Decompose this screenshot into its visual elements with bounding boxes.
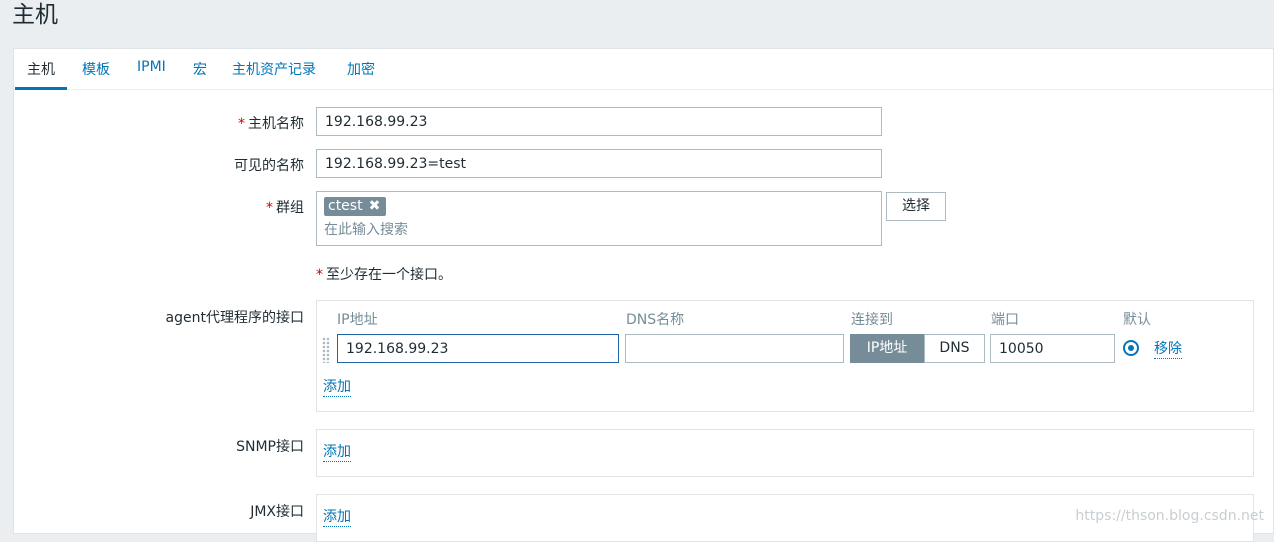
agent-ip-input[interactable]: 192.168.99.23: [337, 334, 619, 363]
tab-host[interactable]: 主机: [15, 59, 67, 90]
visible-name-label: 可见的名称: [234, 158, 304, 174]
snmp-interfaces-box: 添加: [316, 429, 1254, 477]
host-name-label: * 主机名称: [238, 116, 304, 132]
tab-inventory[interactable]: 主机资产记录: [232, 59, 316, 87]
required-mark: *: [316, 267, 323, 283]
connect-dns-toggle[interactable]: DNS: [924, 334, 985, 363]
agent-port-input[interactable]: 10050: [990, 334, 1115, 363]
visible-name-input[interactable]: 192.168.99.23=test: [316, 149, 882, 178]
col-default: 默认: [1123, 312, 1151, 328]
page-title: 主机: [12, 2, 58, 28]
default-radio[interactable]: [1123, 340, 1139, 356]
required-mark: *: [266, 200, 273, 216]
col-connect: 连接到: [851, 312, 893, 328]
required-mark: *: [238, 116, 245, 132]
watermark: https://thson.blog.csdn.net: [1075, 508, 1264, 524]
add-agent-interface-link[interactable]: 添加: [323, 379, 351, 397]
group-chip: ctest ✖: [324, 197, 387, 216]
tab-bar: 主机 模板 IPMI 宏 主机资产记录 加密: [14, 49, 1273, 90]
groups-multiselect[interactable]: ctest ✖ 在此输入搜索: [316, 191, 882, 246]
add-jmx-interface-link[interactable]: 添加: [323, 509, 351, 527]
tab-templates[interactable]: 模板: [82, 59, 110, 87]
col-port: 端口: [991, 312, 1019, 328]
drag-handle-icon[interactable]: [322, 337, 330, 363]
col-dns: DNS名称: [626, 312, 685, 328]
add-snmp-interface-link[interactable]: 添加: [323, 444, 351, 462]
connect-ip-toggle[interactable]: IP地址: [850, 334, 924, 363]
remove-chip-icon[interactable]: ✖: [369, 198, 381, 214]
host-form-panel: 主机 模板 IPMI 宏 主机资产记录 加密 * 主机名称 192.168.99.…: [13, 48, 1274, 542]
groups-label: * 群组: [266, 200, 304, 216]
jmx-interfaces-label: JMX接口: [250, 504, 304, 520]
tab-encryption[interactable]: 加密: [347, 59, 375, 87]
host-name-input[interactable]: 192.168.99.23: [316, 107, 882, 136]
remove-interface-link[interactable]: 移除: [1154, 341, 1182, 359]
interface-note: * 至少存在一个接口。: [316, 267, 452, 283]
select-groups-button[interactable]: 选择: [886, 192, 946, 221]
groups-search-placeholder[interactable]: 在此输入搜索: [324, 222, 408, 238]
snmp-interfaces-label: SNMP接口: [236, 439, 304, 455]
tab-ipmi[interactable]: IPMI: [137, 59, 166, 87]
agent-interfaces-label: agent代理程序的接口: [165, 310, 304, 326]
col-ip: IP地址: [337, 312, 378, 328]
tab-macros[interactable]: 宏: [193, 59, 207, 87]
agent-interfaces-box: IP地址 DNS名称 连接到 端口 默认 192.168.99.23 IP地址 …: [316, 300, 1254, 412]
agent-dns-input[interactable]: [625, 334, 844, 363]
